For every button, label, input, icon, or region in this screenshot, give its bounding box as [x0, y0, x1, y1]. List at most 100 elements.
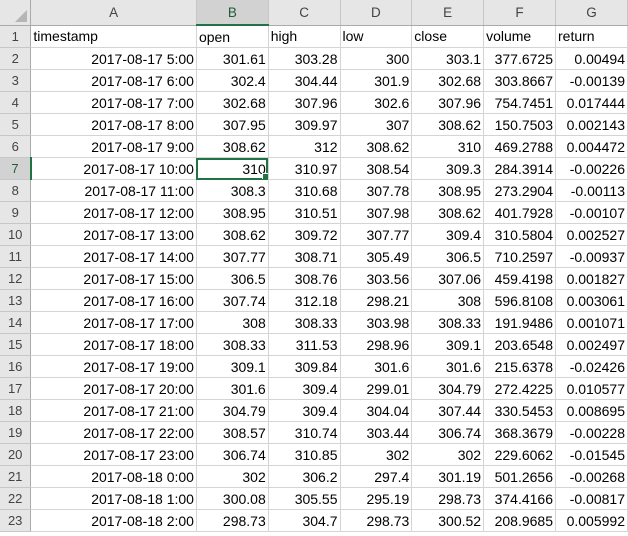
cell-b22[interactable]: 300.08 [196, 487, 269, 510]
cell-f2[interactable]: 377.6725 [483, 47, 556, 70]
cell-a2[interactable]: 2017-08-17 5:00 [30, 47, 197, 70]
cell-f4[interactable]: 754.7451 [483, 91, 556, 114]
cell-a19[interactable]: 2017-08-17 22:00 [30, 421, 197, 444]
cell-a6[interactable]: 2017-08-17 9:00 [30, 135, 197, 158]
cell-a21[interactable]: 2017-08-18 0:00 [30, 465, 197, 488]
cell-c6[interactable]: 312 [268, 135, 341, 158]
cell-d18[interactable]: 304.04 [340, 399, 413, 422]
cell-e6[interactable]: 310 [411, 135, 485, 158]
cell-g2[interactable]: 0.00494 [555, 47, 628, 70]
cell-d1[interactable]: low [340, 25, 413, 48]
cell-a20[interactable]: 2017-08-17 23:00 [30, 443, 197, 466]
row-header-7[interactable]: 7 [0, 157, 32, 180]
row-header-16[interactable]: 16 [0, 355, 32, 378]
cell-f10[interactable]: 310.5804 [483, 223, 556, 246]
cell-b17[interactable]: 301.6 [196, 377, 269, 400]
cell-e17[interactable]: 304.79 [411, 377, 485, 400]
cell-c19[interactable]: 310.74 [268, 421, 341, 444]
cell-f19[interactable]: 368.3679 [483, 421, 556, 444]
cell-d19[interactable]: 303.44 [340, 421, 413, 444]
cell-d17[interactable]: 299.01 [340, 377, 413, 400]
cell-f1[interactable]: volume [483, 25, 556, 48]
row-header-17[interactable]: 17 [0, 377, 32, 400]
cell-b2[interactable]: 301.61 [196, 47, 269, 70]
cell-g17[interactable]: 0.010577 [555, 377, 628, 400]
cell-f23[interactable]: 208.9685 [483, 509, 556, 532]
row-header-9[interactable]: 9 [0, 201, 32, 224]
cell-a14[interactable]: 2017-08-17 17:00 [30, 311, 197, 334]
cell-g18[interactable]: 0.008695 [555, 399, 628, 422]
row-header-3[interactable]: 3 [0, 69, 32, 92]
cell-e1[interactable]: close [411, 25, 485, 48]
cell-c1[interactable]: high [268, 25, 341, 48]
cell-b1[interactable]: open [196, 25, 269, 48]
column-header-e[interactable]: E [411, 0, 485, 26]
cell-d15[interactable]: 298.96 [340, 333, 413, 356]
cell-e7[interactable]: 309.3 [411, 157, 485, 180]
cell-g23[interactable]: 0.005992 [555, 509, 628, 532]
cell-d10[interactable]: 307.77 [340, 223, 413, 246]
cell-d3[interactable]: 301.9 [340, 69, 413, 92]
row-header-19[interactable]: 19 [0, 421, 32, 444]
cell-f8[interactable]: 273.2904 [483, 179, 556, 202]
cell-c20[interactable]: 310.85 [268, 443, 341, 466]
cell-b8[interactable]: 308.3 [196, 179, 269, 202]
cell-f22[interactable]: 374.4166 [483, 487, 556, 510]
row-header-10[interactable]: 10 [0, 223, 32, 246]
cell-c21[interactable]: 306.2 [268, 465, 341, 488]
cell-a17[interactable]: 2017-08-17 20:00 [30, 377, 197, 400]
cell-f6[interactable]: 469.2788 [483, 135, 556, 158]
cell-g10[interactable]: 0.002527 [555, 223, 628, 246]
cell-c14[interactable]: 308.33 [268, 311, 341, 334]
cell-g11[interactable]: -0.00937 [555, 245, 628, 268]
cell-g6[interactable]: 0.004472 [555, 135, 628, 158]
cell-c7[interactable]: 310.97 [268, 157, 341, 180]
cell-e10[interactable]: 309.4 [411, 223, 485, 246]
cell-c17[interactable]: 309.4 [268, 377, 341, 400]
row-header-4[interactable]: 4 [0, 91, 32, 114]
cell-d14[interactable]: 303.98 [340, 311, 413, 334]
cell-d2[interactable]: 300 [340, 47, 413, 70]
row-header-20[interactable]: 20 [0, 443, 32, 466]
cell-b5[interactable]: 307.95 [196, 113, 269, 136]
cell-e21[interactable]: 301.19 [411, 465, 485, 488]
row-header-12[interactable]: 12 [0, 267, 32, 290]
cell-f21[interactable]: 501.2656 [483, 465, 556, 488]
column-header-f[interactable]: F [483, 0, 556, 26]
cell-d20[interactable]: 302 [340, 443, 413, 466]
row-header-13[interactable]: 13 [0, 289, 32, 312]
cell-f15[interactable]: 203.6548 [483, 333, 556, 356]
cell-a4[interactable]: 2017-08-17 7:00 [30, 91, 197, 114]
cell-b3[interactable]: 302.4 [196, 69, 269, 92]
cell-b20[interactable]: 306.74 [196, 443, 269, 466]
cell-e12[interactable]: 307.06 [411, 267, 485, 290]
cell-e22[interactable]: 298.73 [411, 487, 485, 510]
cell-g13[interactable]: 0.003061 [555, 289, 628, 312]
cell-f20[interactable]: 229.6062 [483, 443, 556, 466]
cell-e2[interactable]: 303.1 [411, 47, 485, 70]
row-header-18[interactable]: 18 [0, 399, 32, 422]
cell-a9[interactable]: 2017-08-17 12:00 [30, 201, 197, 224]
cell-d4[interactable]: 302.6 [340, 91, 413, 114]
cell-b21[interactable]: 302 [196, 465, 269, 488]
cell-c3[interactable]: 304.44 [268, 69, 341, 92]
cell-d5[interactable]: 307 [340, 113, 413, 136]
cell-e18[interactable]: 307.44 [411, 399, 485, 422]
cell-e19[interactable]: 306.74 [411, 421, 485, 444]
cell-g21[interactable]: -0.00268 [555, 465, 628, 488]
cell-d21[interactable]: 297.4 [340, 465, 413, 488]
cell-a22[interactable]: 2017-08-18 1:00 [30, 487, 197, 510]
cell-b12[interactable]: 306.5 [196, 267, 269, 290]
cell-b11[interactable]: 307.77 [196, 245, 269, 268]
cell-d11[interactable]: 305.49 [340, 245, 413, 268]
spreadsheet-grid[interactable]: ABCDEFG 1 timestamp open high low close volume… [0, 0, 628, 532]
row-header-1[interactable]: 1 [0, 25, 32, 48]
cell-a7[interactable]: 2017-08-17 10:00 [30, 157, 197, 180]
cell-e15[interactable]: 309.1 [411, 333, 485, 356]
cell-c5[interactable]: 309.97 [268, 113, 341, 136]
cell-a10[interactable]: 2017-08-17 13:00 [30, 223, 197, 246]
cell-f14[interactable]: 191.9486 [483, 311, 556, 334]
cell-b15[interactable]: 308.33 [196, 333, 269, 356]
cell-b19[interactable]: 308.57 [196, 421, 269, 444]
cell-c2[interactable]: 303.28 [268, 47, 341, 70]
